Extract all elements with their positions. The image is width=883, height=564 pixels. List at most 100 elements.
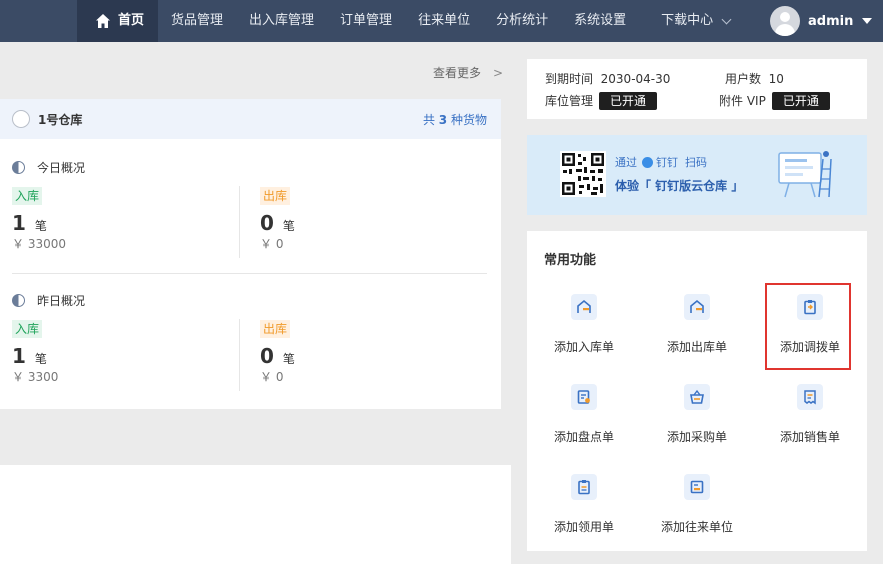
nav-goods[interactable]: 货品管理 [158, 0, 236, 42]
warehouse-panel: 1号仓库 共 3 种货物 今日概况 入库 1笔 ￥ 33000 出库 0笔 ￥ … [0, 99, 501, 409]
storage-label: 库位管理 [545, 94, 594, 108]
caret-down-icon [862, 18, 873, 24]
out-unit: 笔 [282, 219, 295, 233]
nav-home-label: 首页 [118, 13, 145, 28]
divider [239, 186, 240, 258]
nav-home[interactable]: 首页 [77, 0, 159, 42]
nav-stock-io-label: 出入库管理 [249, 13, 315, 28]
nav-orders-label: 订单管理 [340, 13, 393, 28]
storage-status-badge: 已开通 [599, 92, 658, 110]
out-unit: 笔 [282, 352, 295, 366]
banner-via: 通过 [615, 156, 637, 169]
in-unit: 笔 [34, 352, 47, 366]
out-tag: 出库 [260, 320, 291, 338]
home-icon [96, 14, 110, 28]
user-name: admin [808, 13, 854, 29]
warehouse-radio[interactable] [12, 110, 30, 128]
main-nav: 首页 货品管理 出入库管理 订单管理 往来单位 分析统计 系统设置 下载中心 [77, 0, 743, 42]
top-nav-bar: 首页 货品管理 出入库管理 订单管理 往来单位 分析统计 系统设置 下载中心 a… [0, 0, 883, 42]
nav-partners-label: 往来单位 [418, 13, 471, 28]
nav-goods-label: 货品管理 [171, 13, 224, 28]
chevron-down-icon [721, 14, 732, 24]
function-label: 添加往来单位 [660, 520, 733, 534]
nav-stock-io[interactable]: 出入库管理 [236, 0, 327, 42]
dingtalk-banner[interactable]: 通过 钉钉 扫码 体验「 钉钉版云仓库 」 [527, 135, 867, 215]
in-tag: 入库 [12, 187, 43, 205]
function-label: 添加入库单 [553, 340, 614, 354]
function-label: 添加销售单 [779, 430, 840, 444]
add-outbound-order-button[interactable]: 添加出库单 [642, 294, 752, 355]
out-count: 0 [260, 344, 274, 368]
nav-orders[interactable]: 订单管理 [327, 0, 405, 42]
warehouse-header: 1号仓库 共 3 种货物 [0, 99, 501, 139]
in-amount: ￥ 33000 [12, 237, 66, 251]
qr-code-icon [560, 151, 606, 197]
add-stocktake-order-button[interactable]: 添加盘点单 [529, 384, 639, 445]
out-count: 0 [260, 211, 274, 235]
function-label: 添加采购单 [666, 430, 727, 444]
whiteboard-illustration-icon [778, 151, 832, 198]
common-functions-card: 常用功能 添加入库单 添加出库单 添加调拨单 添加盘点单 添加采购单 添加销售单… [527, 231, 867, 551]
banner-headline: 体验「 钉钉版云仓库 」 [615, 179, 744, 193]
yesterday-out-stat: 出库 0笔 ￥ 0 [260, 320, 295, 385]
add-sales-order-button[interactable]: 添加销售单 [755, 384, 865, 445]
view-more-label: 查看更多 [433, 66, 482, 80]
users-info: 用户数 10 [725, 70, 784, 87]
nav-download[interactable]: 下载中心 [639, 0, 743, 42]
vip-label: 附件 VIP [719, 94, 766, 108]
expire-label: 到期时间 [545, 72, 594, 86]
basket-icon [684, 384, 710, 410]
functions-title: 常用功能 [544, 253, 597, 268]
nav-analytics-label: 分析统计 [496, 13, 549, 28]
sales-icon [797, 384, 823, 410]
add-partner-button[interactable]: 添加往来单位 [642, 474, 752, 535]
function-label: 添加出库单 [666, 340, 727, 354]
half-circle-icon [12, 161, 25, 174]
today-overview-title: 今日概况 [12, 159, 85, 176]
users-label: 用户数 [725, 72, 762, 86]
user-menu[interactable]: admin [770, 6, 873, 36]
users-value: 10 [768, 72, 784, 86]
function-label: 添加盘点单 [553, 430, 614, 444]
in-count: 1 [12, 344, 26, 368]
banner-scan-line: 通过 钉钉 扫码 [615, 154, 707, 170]
stocktake-icon [571, 384, 597, 410]
nav-analytics[interactable]: 分析统计 [483, 0, 561, 42]
count-prefix: 共 [422, 112, 435, 127]
add-requisition-order-button[interactable]: 添加领用单 [529, 474, 639, 535]
today-in-stat: 入库 1笔 ￥ 33000 [12, 187, 66, 252]
vip-info: 附件 VIP 已开通 [719, 92, 830, 110]
outbound-icon [684, 294, 710, 320]
expire-value: 2030-04-30 [600, 72, 671, 86]
banner-app: 钉钉 [656, 156, 678, 169]
today-out-stat: 出库 0笔 ￥ 0 [260, 187, 295, 252]
add-inbound-order-button[interactable]: 添加入库单 [529, 294, 639, 355]
blank-area [0, 465, 511, 564]
in-count: 1 [12, 211, 26, 235]
function-label: 添加领用单 [553, 520, 614, 534]
highlight-box [765, 283, 851, 370]
out-tag: 出库 [260, 187, 291, 205]
half-circle-icon [12, 294, 25, 307]
out-amount: ￥ 0 [260, 370, 284, 384]
count-value: 3 [438, 112, 448, 127]
avatar [770, 6, 800, 36]
nav-settings[interactable]: 系统设置 [561, 0, 639, 42]
expire-info: 到期时间 2030-04-30 [545, 70, 670, 87]
count-suffix: 种货物 [450, 112, 487, 127]
out-amount: ￥ 0 [260, 237, 284, 251]
in-tag: 入库 [12, 320, 43, 338]
warehouse-name: 1号仓库 [38, 112, 83, 127]
nav-partners[interactable]: 往来单位 [405, 0, 483, 42]
nav-download-label: 下载中心 [661, 13, 714, 28]
yesterday-title-label: 昨日概况 [37, 294, 86, 308]
warehouse-goods-count: 共 3 种货物 [423, 111, 487, 128]
yesterday-overview-title: 昨日概况 [12, 292, 85, 309]
in-amount: ￥ 3300 [12, 370, 59, 384]
divider [239, 319, 240, 391]
view-more-link[interactable]: 查看更多 > [433, 64, 503, 81]
storage-info: 库位管理 已开通 [545, 92, 658, 110]
partner-icon [684, 474, 710, 500]
add-purchase-order-button[interactable]: 添加采购单 [642, 384, 752, 445]
vip-status-badge: 已开通 [771, 92, 830, 110]
